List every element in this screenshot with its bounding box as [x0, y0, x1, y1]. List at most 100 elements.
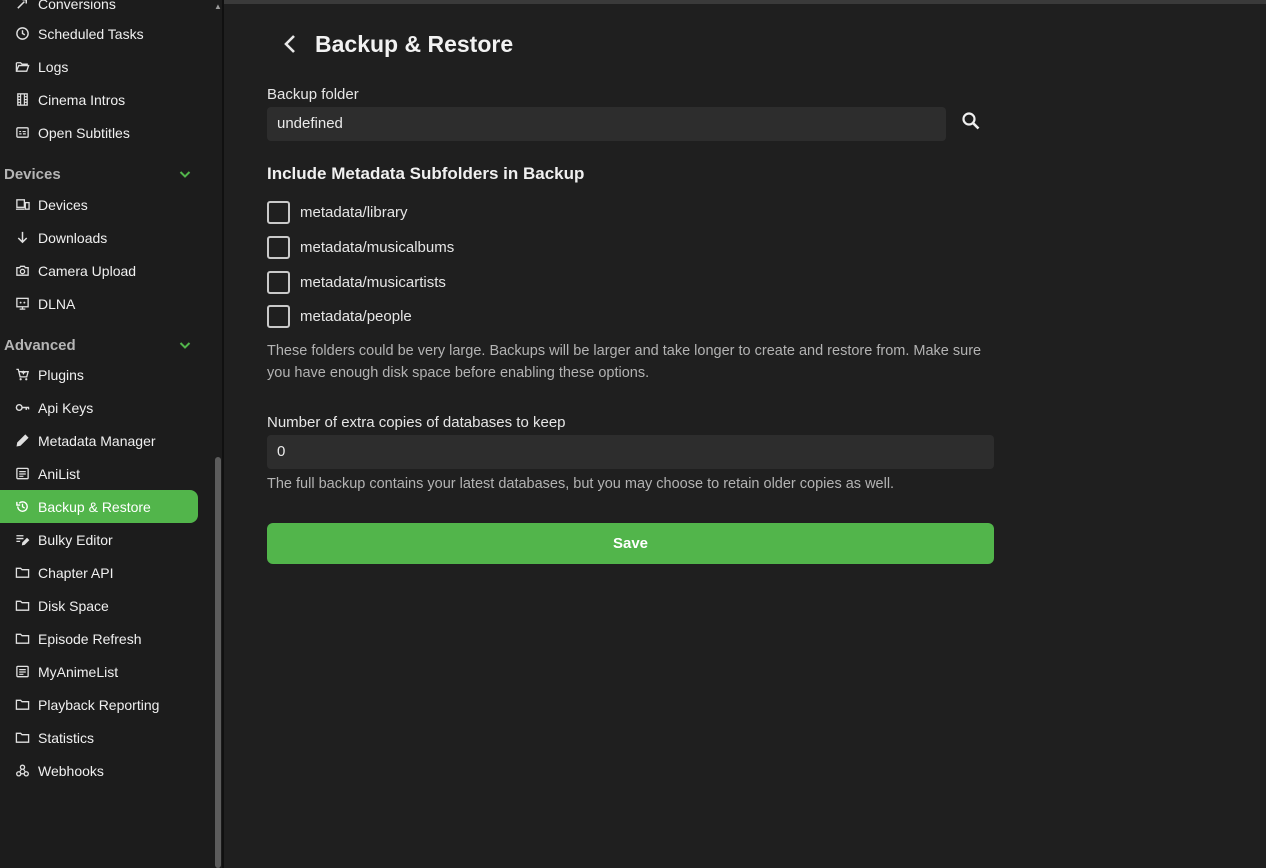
sidebar-item-anilist[interactable]: AniList — [0, 457, 198, 490]
subtitles-icon — [14, 125, 30, 141]
section-label: Devices — [4, 165, 61, 183]
sidebar-item-label: Conversions — [38, 0, 116, 12]
pencil-icon — [14, 433, 30, 449]
dlna-icon — [14, 296, 30, 312]
sidebar-item-dlna[interactable]: DLNA — [0, 287, 198, 320]
backup-folder-input[interactable]: undefined — [267, 107, 946, 141]
sidebar-item-backup-restore[interactable]: Backup & Restore — [0, 490, 198, 523]
sidebar-item-label: Scheduled Tasks — [38, 25, 144, 42]
main-content: Backup & Restore Backup folder undefined… — [224, 0, 1266, 868]
sidebar-scrollbar-thumb[interactable] — [215, 457, 221, 868]
sidebar-item-label: Webhooks — [38, 762, 104, 779]
sidebar-item-camera-upload[interactable]: Camera Upload — [0, 254, 198, 287]
sidebar-item-label: DLNA — [38, 295, 76, 312]
arrow-down-icon — [14, 230, 30, 246]
save-button[interactable]: Save — [267, 523, 994, 564]
sidebar-item-episode-refresh[interactable]: Episode Refresh — [0, 622, 198, 655]
list-icon — [14, 664, 30, 680]
sidebar-item-label: Metadata Manager — [38, 432, 156, 449]
sidebar-item-chapter-api[interactable]: Chapter API — [0, 556, 198, 589]
restore-icon — [14, 499, 30, 515]
sidebar-item-open-subtitles[interactable]: Open Subtitles — [0, 116, 198, 149]
scroll-up-arrow-icon[interactable]: ▲ — [214, 2, 222, 12]
sidebar-item-bulky-editor[interactable]: Bulky Editor — [0, 523, 198, 556]
page-title: Backup & Restore — [315, 31, 514, 57]
advanced-section-header[interactable]: Advanced — [0, 333, 198, 357]
browse-folder-button[interactable] — [959, 108, 983, 134]
sidebar-item-label: Plugins — [38, 366, 84, 383]
checkbox-label: metadata/musicartists — [300, 273, 446, 291]
clock-icon — [14, 26, 30, 42]
webhook-icon — [14, 763, 30, 779]
include-metadata-title: Include Metadata Subfolders in Backup — [267, 164, 585, 183]
checkbox-label: metadata/people — [300, 307, 412, 325]
sidebar-item-label: Logs — [38, 58, 69, 75]
sidebar-item-devices[interactable]: Devices — [0, 188, 198, 221]
sidebar-item-label: Statistics — [38, 729, 95, 746]
checkbox-box[interactable] — [267, 200, 290, 224]
key-icon — [14, 400, 30, 416]
list-icon — [14, 466, 30, 482]
section-label: Advanced — [4, 336, 76, 354]
sidebar-item-label: Episode Refresh — [38, 630, 142, 647]
camera-icon — [14, 263, 30, 279]
sidebar-item-label: Bulky Editor — [38, 531, 113, 548]
sidebar-item-cinema-intros[interactable]: Cinema Intros — [0, 83, 198, 116]
sidebar-item-metadata-manager[interactable]: Metadata Manager — [0, 424, 198, 457]
sidebar-item-webhooks[interactable]: Webhooks — [0, 754, 198, 787]
sidebar-item-label: Api Keys — [38, 399, 94, 416]
search-icon — [962, 112, 980, 130]
sidebar-item-label: Open Subtitles — [38, 124, 130, 141]
devices-icon — [14, 197, 30, 213]
folder-icon — [14, 565, 30, 581]
checkbox-box[interactable] — [267, 304, 290, 328]
folders-help-text: These folders could be very large. Backu… — [267, 343, 982, 381]
sidebar-item-playback-reporting[interactable]: Playback Reporting — [0, 688, 198, 721]
checkbox-metadata-musicartists[interactable]: metadata/musicartists — [267, 269, 446, 295]
sidebar-item-label: Playback Reporting — [38, 696, 160, 713]
checkbox-box[interactable] — [267, 270, 290, 294]
folder-icon — [14, 598, 30, 614]
checkbox-label: metadata/musicalbums — [300, 238, 455, 256]
folder-icon — [14, 697, 30, 713]
chevron-down-icon — [179, 342, 191, 349]
conversions-icon — [14, 0, 30, 12]
folder-open-icon — [14, 59, 30, 75]
sidebar-item-statistics[interactable]: Statistics — [0, 721, 198, 754]
sidebar-item-label: Backup & Restore — [38, 498, 151, 515]
sidebar-item-label: Chapter API — [38, 564, 114, 581]
checkbox-metadata-musicalbums[interactable]: metadata/musicalbums — [267, 234, 454, 260]
sidebar-item-plugins[interactable]: Plugins — [0, 358, 198, 391]
chevron-left-icon — [284, 35, 295, 53]
sidebar-item-disk-space[interactable]: Disk Space — [0, 589, 198, 622]
checkbox-label: metadata/library — [300, 203, 408, 221]
sidebar: Conversions Scheduled Tasks Logs Cinema … — [0, 0, 214, 868]
sidebar-item-downloads[interactable]: Downloads — [0, 221, 198, 254]
sidebar-item-label: Cinema Intros — [38, 91, 126, 108]
sidebar-item-logs[interactable]: Logs — [0, 50, 198, 83]
back-button[interactable] — [276, 30, 304, 58]
edit-note-icon — [14, 532, 30, 548]
devices-section-header[interactable]: Devices — [0, 162, 198, 186]
checkbox-metadata-library[interactable]: metadata/library — [267, 199, 408, 225]
copies-input[interactable]: 0 — [267, 435, 994, 469]
folder-icon — [14, 631, 30, 647]
chevron-down-icon — [179, 171, 191, 178]
sidebar-item-label: Downloads — [38, 229, 108, 246]
sidebar-item-api-keys[interactable]: Api Keys — [0, 391, 198, 424]
cart-icon — [14, 367, 30, 383]
sidebar-item-label: Camera Upload — [38, 262, 137, 279]
copies-help-text: The full backup contains your latest dat… — [267, 476, 895, 492]
copies-label: Number of extra copies of databases to k… — [267, 414, 566, 431]
folder-icon — [14, 730, 30, 746]
film-icon — [14, 92, 30, 108]
checkbox-metadata-people[interactable]: metadata/people — [267, 303, 412, 329]
checkbox-box[interactable] — [267, 235, 290, 259]
sidebar-item-label: Devices — [38, 196, 88, 213]
sidebar-item-label: AniList — [38, 465, 81, 482]
sidebar-item-label: Disk Space — [38, 597, 109, 614]
backup-folder-label: Backup folder — [267, 86, 359, 103]
sidebar-item-label: MyAnimeList — [38, 663, 119, 680]
sidebar-item-myanimelist[interactable]: MyAnimeList — [0, 655, 198, 688]
sidebar-item-scheduled-tasks[interactable]: Scheduled Tasks — [0, 17, 198, 50]
